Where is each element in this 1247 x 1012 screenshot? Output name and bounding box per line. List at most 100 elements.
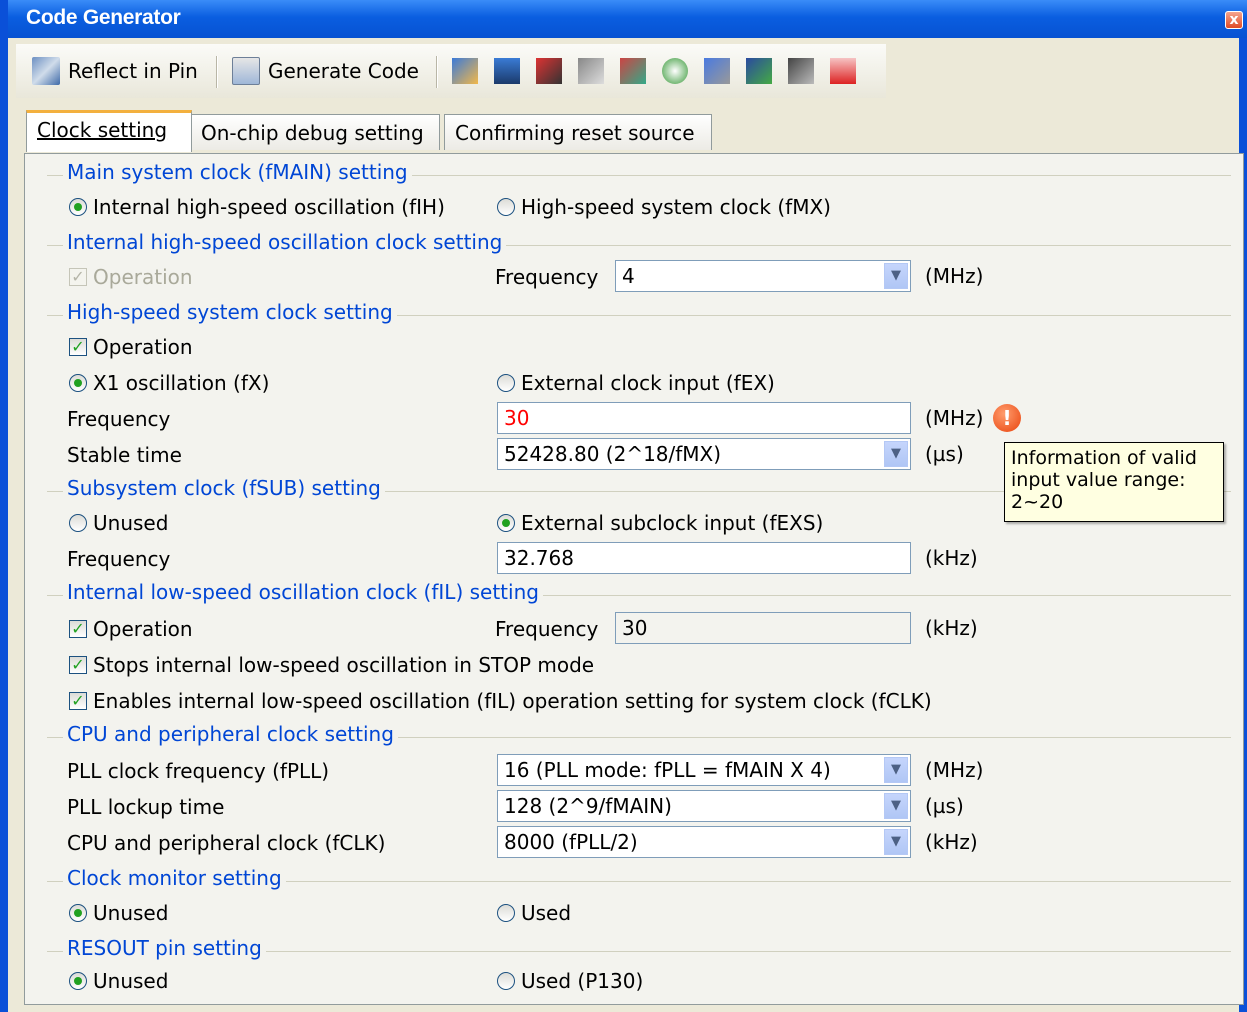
tooltip-line: Information of valid	[1011, 447, 1197, 469]
radio-label: Unused	[93, 969, 169, 993]
radio-button[interactable]	[69, 904, 87, 922]
error-icon[interactable]: !	[993, 404, 1021, 432]
radio-button[interactable]	[497, 198, 515, 216]
tab-on-chip-debug[interactable]: On-chip debug setting	[190, 114, 440, 150]
checkbox-label: Operation	[93, 617, 193, 641]
radio-button[interactable]	[497, 374, 515, 392]
radio-button[interactable]	[497, 514, 515, 532]
ilso-frequency-label: Frequency	[495, 617, 599, 641]
radio-button[interactable]	[69, 514, 87, 532]
subsys-frequency-label: Frequency	[67, 547, 171, 571]
generate-code-button[interactable]: Generate Code	[232, 50, 419, 92]
chevron-down-icon[interactable]: ▼	[884, 757, 908, 783]
reflect-in-pin-label: Reflect in Pin	[68, 59, 198, 83]
radio-button[interactable]	[497, 904, 515, 922]
pll-frequency-unit: (MHz)	[925, 758, 984, 782]
interrupt-icon[interactable]	[536, 58, 562, 84]
radio-resout-used[interactable]: Used (P130)	[497, 966, 643, 996]
radio-label: External clock input (fEX)	[521, 371, 775, 395]
radio-label: Used	[521, 901, 572, 925]
checkbox[interactable]: ✓	[69, 620, 87, 638]
checkbox-stop-mode[interactable]: ✓ Stops internal low-speed oscillation i…	[69, 650, 594, 680]
radio-button[interactable]	[69, 972, 87, 990]
radio-subsys-unused[interactable]: Unused	[69, 508, 168, 538]
dropdown-value: 52428.80 (2^18/fMX)	[504, 442, 722, 466]
section-title: RESOUT pin setting	[63, 936, 266, 960]
ihso-unit: (MHz)	[925, 264, 984, 288]
reflect-in-pin-button[interactable]: Reflect in Pin	[32, 50, 198, 92]
radio-label: Used (P130)	[521, 969, 644, 993]
subsys-frequency-input[interactable]: 32.768	[497, 542, 911, 574]
timer-icon[interactable]	[662, 58, 688, 84]
link-icon[interactable]	[704, 58, 730, 84]
stable-time-unit: (µs)	[925, 442, 964, 466]
dropdown-value: 4	[622, 264, 635, 288]
radio-highspeed-system[interactable]: High-speed system clock (fMX)	[497, 192, 831, 222]
radio-label: X1 oscillation (fX)	[93, 371, 270, 395]
radio-label: High-speed system clock (fMX)	[521, 195, 831, 219]
pll-frequency-label: PLL clock frequency (fPLL)	[67, 759, 330, 783]
port-icon[interactable]	[452, 58, 478, 84]
dropdown-value: 8000 (fPLL/2)	[504, 830, 638, 854]
validation-tooltip: Information of valid input value range: …	[1004, 442, 1224, 522]
pll-lockup-dropdown[interactable]: 128 (2^9/fMAIN) ▼	[497, 790, 911, 822]
fclk-dropdown[interactable]: 8000 (fPLL/2) ▼	[497, 826, 911, 858]
checkbox[interactable]: ✓	[69, 656, 87, 674]
section-title: CPU and peripheral clock setting	[63, 722, 398, 746]
checkbox[interactable]: ✓	[69, 692, 87, 710]
section-ihso: Internal high-speed oscillation clock se…	[47, 230, 1231, 258]
ihso-frequency-dropdown[interactable]: 4 ▼	[615, 260, 911, 292]
radio-button[interactable]	[497, 972, 515, 990]
section-cpu-clock: CPU and peripheral clock setting	[47, 722, 1231, 750]
ihso-frequency-label: Frequency	[495, 265, 599, 289]
toolbar-separator	[436, 56, 438, 88]
tab-label: Clock setting	[37, 118, 168, 142]
section-resout: RESOUT pin setting	[47, 936, 1231, 964]
checkbox-hssc-operation[interactable]: ✓ Operation	[69, 332, 193, 362]
hssc-frequency-unit: (MHz)	[925, 406, 984, 430]
radio-x1-oscillation[interactable]: X1 oscillation (fX)	[69, 368, 269, 398]
radio-external-subclock[interactable]: External subclock input (fEXS)	[497, 508, 823, 538]
fclk-unit: (kHz)	[925, 830, 978, 854]
radio-resout-unused[interactable]: Unused	[69, 966, 168, 996]
code-generator-window: Code Generator x Reflect in Pin Generate…	[0, 0, 1247, 1012]
serial-icon[interactable]	[578, 58, 604, 84]
pll-frequency-dropdown[interactable]: 16 (PLL mode: fPLL = fMAIN X 4) ▼	[497, 754, 911, 786]
section-title: Subsystem clock (fSUB) setting	[63, 476, 385, 500]
tab-confirming-reset[interactable]: Confirming reset source	[444, 114, 712, 150]
radio-monitor-used[interactable]: Used	[497, 898, 571, 928]
chevron-down-icon[interactable]: ▼	[884, 793, 908, 819]
tooltip-line: input value range:	[1011, 469, 1186, 491]
pll-lockup-unit: (µs)	[925, 794, 964, 818]
checkbox-ihso-operation[interactable]: ✓ Operation	[69, 262, 193, 292]
radio-label: External subclock input (fEXS)	[521, 511, 824, 535]
radio-button[interactable]	[69, 374, 87, 392]
section-title: High-speed system clock setting	[63, 300, 397, 324]
radio-label: Unused	[93, 511, 169, 535]
chevron-down-icon[interactable]: ▼	[884, 441, 908, 467]
hssc-frequency-input[interactable]: 30	[497, 402, 911, 434]
stable-time-dropdown[interactable]: 52428.80 (2^18/fMX) ▼	[497, 438, 911, 470]
pin-icon	[32, 57, 60, 85]
checkbox-enable-fil[interactable]: ✓ Enables internal low-speed oscillation…	[69, 686, 932, 716]
watchdog-icon[interactable]	[788, 58, 814, 84]
chip-icon[interactable]	[494, 58, 520, 84]
chevron-down-icon[interactable]: ▼	[884, 829, 908, 855]
radio-label: Internal high-speed oscillation (fIH)	[93, 195, 445, 219]
radio-monitor-unused[interactable]: Unused	[69, 898, 168, 928]
battery-icon[interactable]	[830, 58, 856, 84]
checkbox-label: Stops internal low-speed oscillation in …	[93, 653, 595, 677]
subsys-frequency-unit: (kHz)	[925, 546, 978, 570]
radio-button[interactable]	[69, 198, 87, 216]
adc-icon[interactable]	[620, 58, 646, 84]
close-icon[interactable]: x	[1225, 11, 1243, 29]
radio-internal-highspeed[interactable]: Internal high-speed oscillation (fIH)	[69, 192, 445, 222]
checkbox[interactable]: ✓	[69, 268, 87, 286]
checkbox[interactable]: ✓	[69, 338, 87, 356]
tab-clock-setting[interactable]: Clock setting	[26, 110, 192, 152]
radio-external-clock[interactable]: External clock input (fEX)	[497, 368, 775, 398]
pwm-icon[interactable]	[746, 58, 772, 84]
ilso-frequency-readonly: 30	[615, 612, 911, 644]
chevron-down-icon[interactable]: ▼	[884, 263, 908, 289]
checkbox-ilso-operation[interactable]: ✓ Operation	[69, 614, 193, 644]
